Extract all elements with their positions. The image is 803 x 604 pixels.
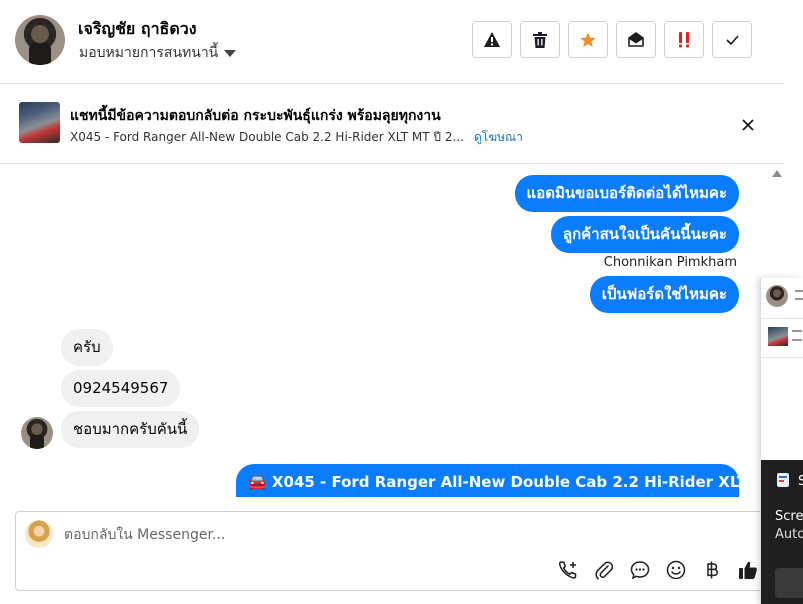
message-bubble-outgoing[interactable]: ลูกค้าสนใจเป็นคันนี้นะคะ (550, 216, 739, 253)
banner-subtitle-row: X045 - Ford Ranger All-New Double Cab 2.… (70, 128, 523, 147)
message-bubble-outgoing[interactable]: แอดมินขอเบอร์ติดต่อได้ไหมคะ (514, 175, 739, 212)
double-exclamation-icon (679, 31, 689, 47)
mark-done-button[interactable] (712, 21, 752, 58)
toast-line1: Scree (775, 509, 803, 524)
mark-spam-button[interactable] (472, 21, 512, 58)
assign-label: มอบหมายการสนทนานี้ (79, 45, 219, 61)
ad-subtitle: X045 - Ford Ranger All-New Double Cab 2.… (70, 130, 464, 144)
saved-replies-button[interactable] (628, 558, 651, 581)
screenshot-toast[interactable]: S Scree Auto (761, 460, 803, 604)
star-icon (580, 32, 596, 47)
assign-conversation-dropdown[interactable]: มอบหมายการสนทนานี้ (79, 42, 237, 64)
mini-divider (761, 357, 803, 358)
paperclip-icon (594, 561, 613, 580)
checkmark-icon (725, 34, 739, 45)
ad-thumbnail[interactable] (19, 102, 60, 143)
ad-reply-banner: แชทนี้มีข้อความตอบกลับต่อ กระบะพันธุ์แกร… (0, 85, 784, 164)
like-button[interactable] (736, 558, 759, 581)
smiley-icon (666, 560, 685, 579)
contact-avatar-small (21, 417, 53, 449)
message-bubble-outgoing[interactable]: เป็นฟอร์ดใช่ไหมคะ (589, 276, 739, 313)
baht-icon (706, 561, 718, 578)
message-bubble-incoming[interactable]: ครับ (61, 329, 113, 366)
follow-up-button[interactable] (664, 21, 704, 58)
contact-name[interactable]: เจริญชัย ฤาธิดวง (78, 17, 197, 42)
caret-down-icon (224, 49, 237, 57)
mini-text-line (792, 339, 802, 341)
message-bubble-outgoing-link[interactable]: 🚘 X045 - Ford Ranger All-New Double Cab … (236, 464, 770, 497)
chat-bubble-icon (630, 560, 649, 579)
toast-line2: Auto (775, 527, 803, 542)
reply-input[interactable] (64, 524, 754, 546)
view-ad-link[interactable]: ดูโฆษณา (474, 128, 523, 147)
warning-icon (484, 32, 500, 47)
conversation-header: เจริญชัย ฤาธิดวง มอบหมายการสนทนานี้ (0, 0, 784, 84)
message-bubble-incoming[interactable]: ชอบมากครับคันนี้ (61, 411, 200, 448)
reply-composer (15, 511, 765, 591)
conversation-toolbar (472, 21, 752, 58)
envelope-open-icon (628, 32, 644, 47)
call-add-button[interactable] (556, 558, 579, 581)
mini-text-line (795, 298, 803, 300)
payment-button[interactable] (700, 558, 723, 581)
emoji-button[interactable] (664, 558, 687, 581)
delete-button[interactable] (520, 21, 560, 58)
thumbs-up-icon (738, 561, 757, 579)
phone-plus-icon (558, 560, 576, 579)
secondary-window-overlay: S Scree Auto (760, 278, 803, 604)
attach-button[interactable] (592, 558, 615, 581)
mini-contact-avatar (766, 285, 788, 307)
scroll-up-arrow-icon[interactable] (772, 170, 782, 177)
mini-divider (761, 318, 803, 319)
contact-avatar[interactable] (15, 15, 65, 65)
page-avatar (25, 520, 53, 548)
toast-action-button[interactable] (775, 568, 803, 598)
sender-name: Chonnikan Pimkham (603, 255, 737, 270)
close-banner-button[interactable] (738, 115, 758, 135)
mini-ad-thumbnail (768, 327, 788, 346)
banner-title: แชทนี้มีข้อความตอบกลับต่อ กระบะพันธุ์แกร… (70, 108, 441, 124)
toast-title: S (798, 474, 803, 489)
screenshot-app-icon (777, 473, 789, 487)
trash-icon (533, 31, 547, 48)
close-icon (742, 119, 754, 131)
mini-text-line (792, 330, 802, 332)
star-button[interactable] (568, 21, 608, 58)
message-thread: แอดมินขอเบอร์ติดต่อได้ไหมคะ ลูกค้าสนใจเป… (0, 165, 770, 497)
composer-actions (556, 558, 759, 581)
mark-unread-button[interactable] (616, 21, 656, 58)
message-bubble-incoming[interactable]: 0924549567 (61, 370, 181, 407)
mini-text-line (795, 290, 803, 292)
